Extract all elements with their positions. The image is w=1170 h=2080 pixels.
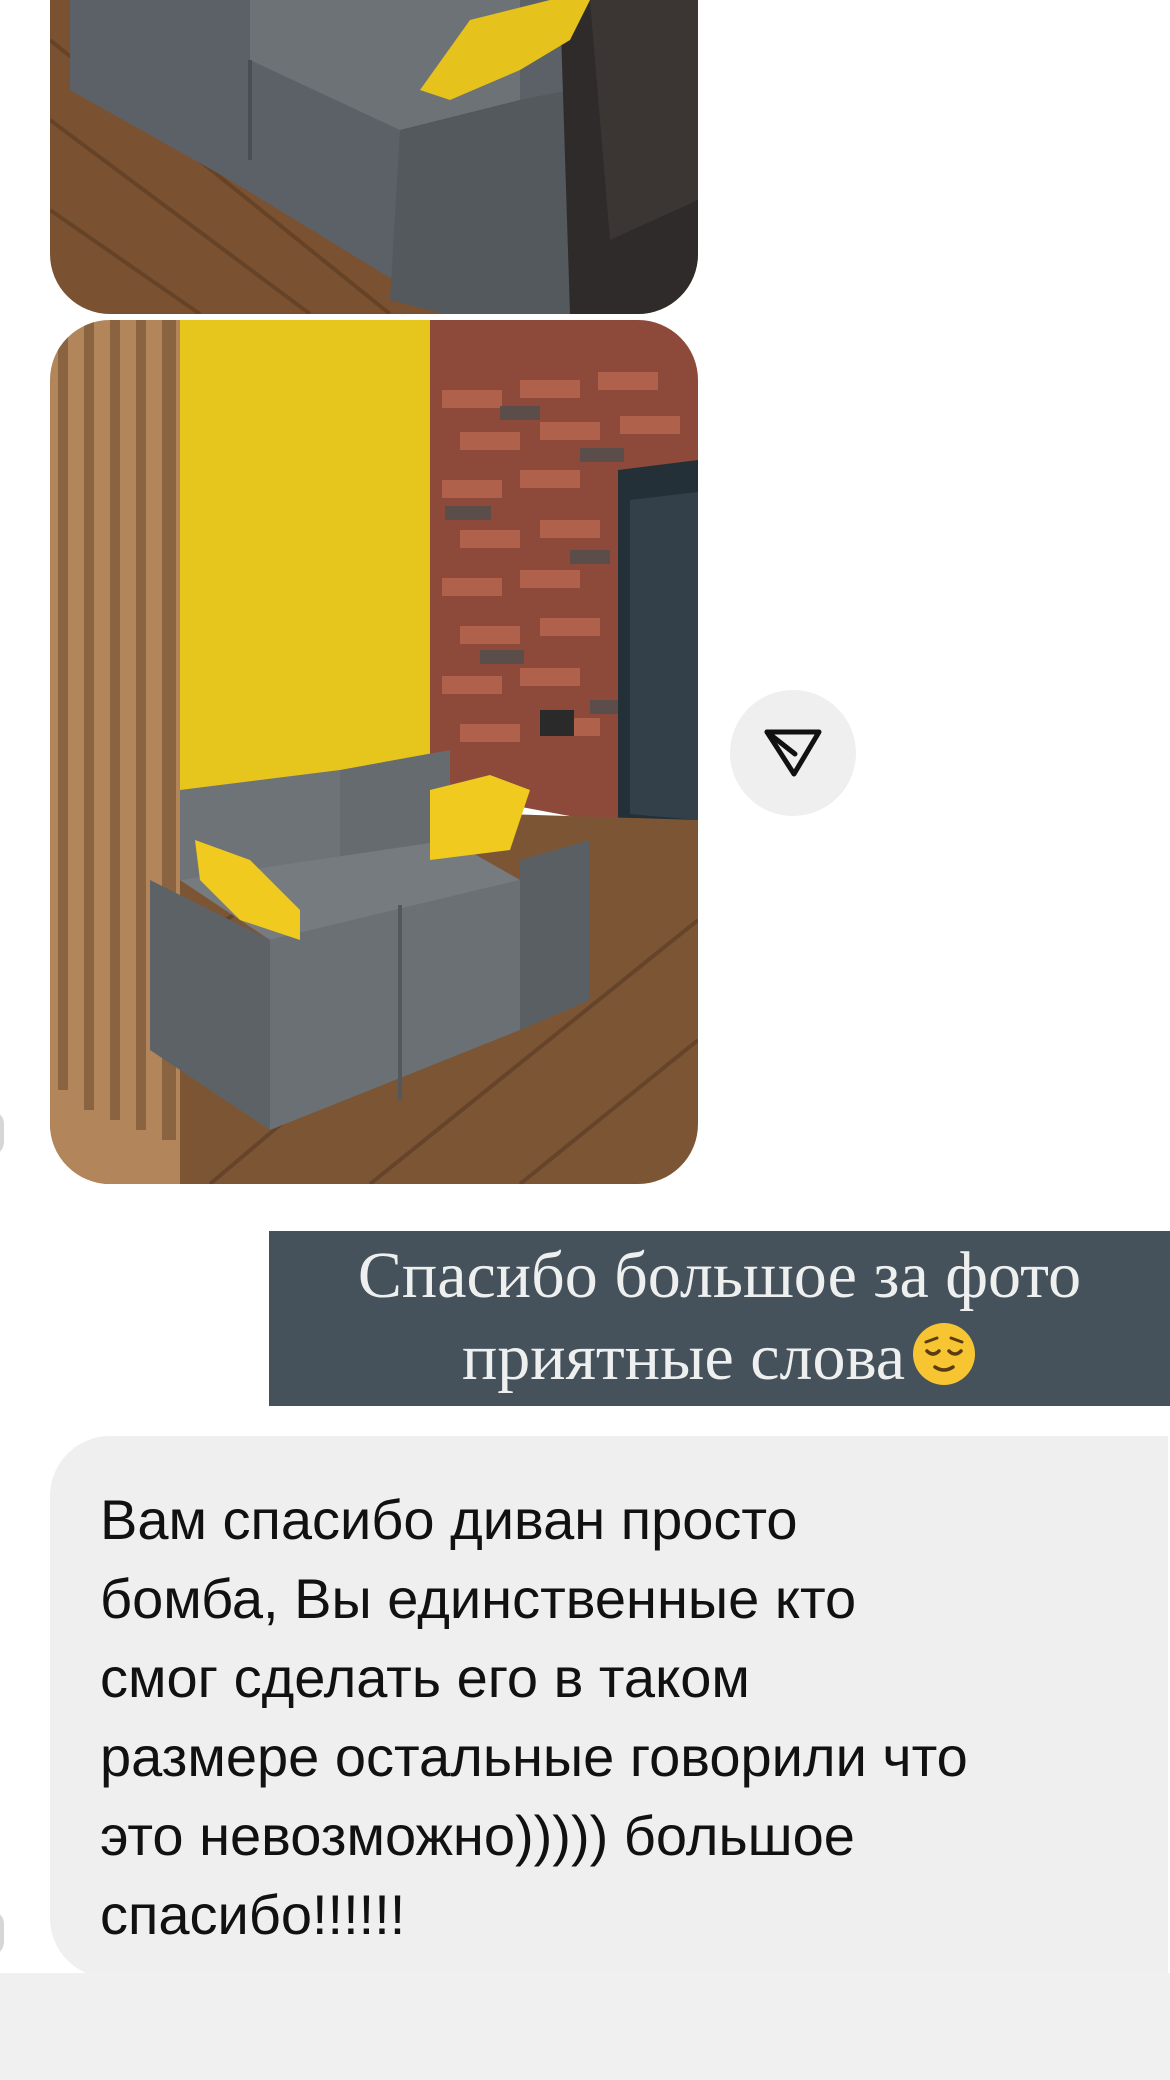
reply-line-1: Спасибо большое за фото xyxy=(357,1239,1082,1312)
reply-line-2: приятные слова xyxy=(461,1321,906,1394)
reply-line-2-wrap: приятные слова xyxy=(269,1317,1170,1399)
incoming-message-bubble[interactable]: Вам спасибо диван просто бомба, Вы единс… xyxy=(50,1436,1168,1978)
sofa-photo-cropped-image xyxy=(50,0,698,314)
bottom-bar xyxy=(0,1973,1170,2080)
sender-avatar[interactable] xyxy=(0,1110,4,1156)
incoming-message-text: Вам спасибо диван просто бомба, Вы единс… xyxy=(100,1488,968,1946)
sofa-photo-full[interactable] xyxy=(50,320,698,1184)
share-button[interactable] xyxy=(730,690,856,816)
paper-plane-icon xyxy=(764,729,822,777)
sender-avatar[interactable] xyxy=(0,1910,4,1956)
sofa-photo-cropped[interactable] xyxy=(50,0,698,314)
sofa-photo-full-image xyxy=(50,320,698,1184)
reply-text-banner: Спасибо большое за фото приятные слова xyxy=(269,1231,1170,1406)
relieved-face-emoji-icon xyxy=(913,1323,976,1385)
